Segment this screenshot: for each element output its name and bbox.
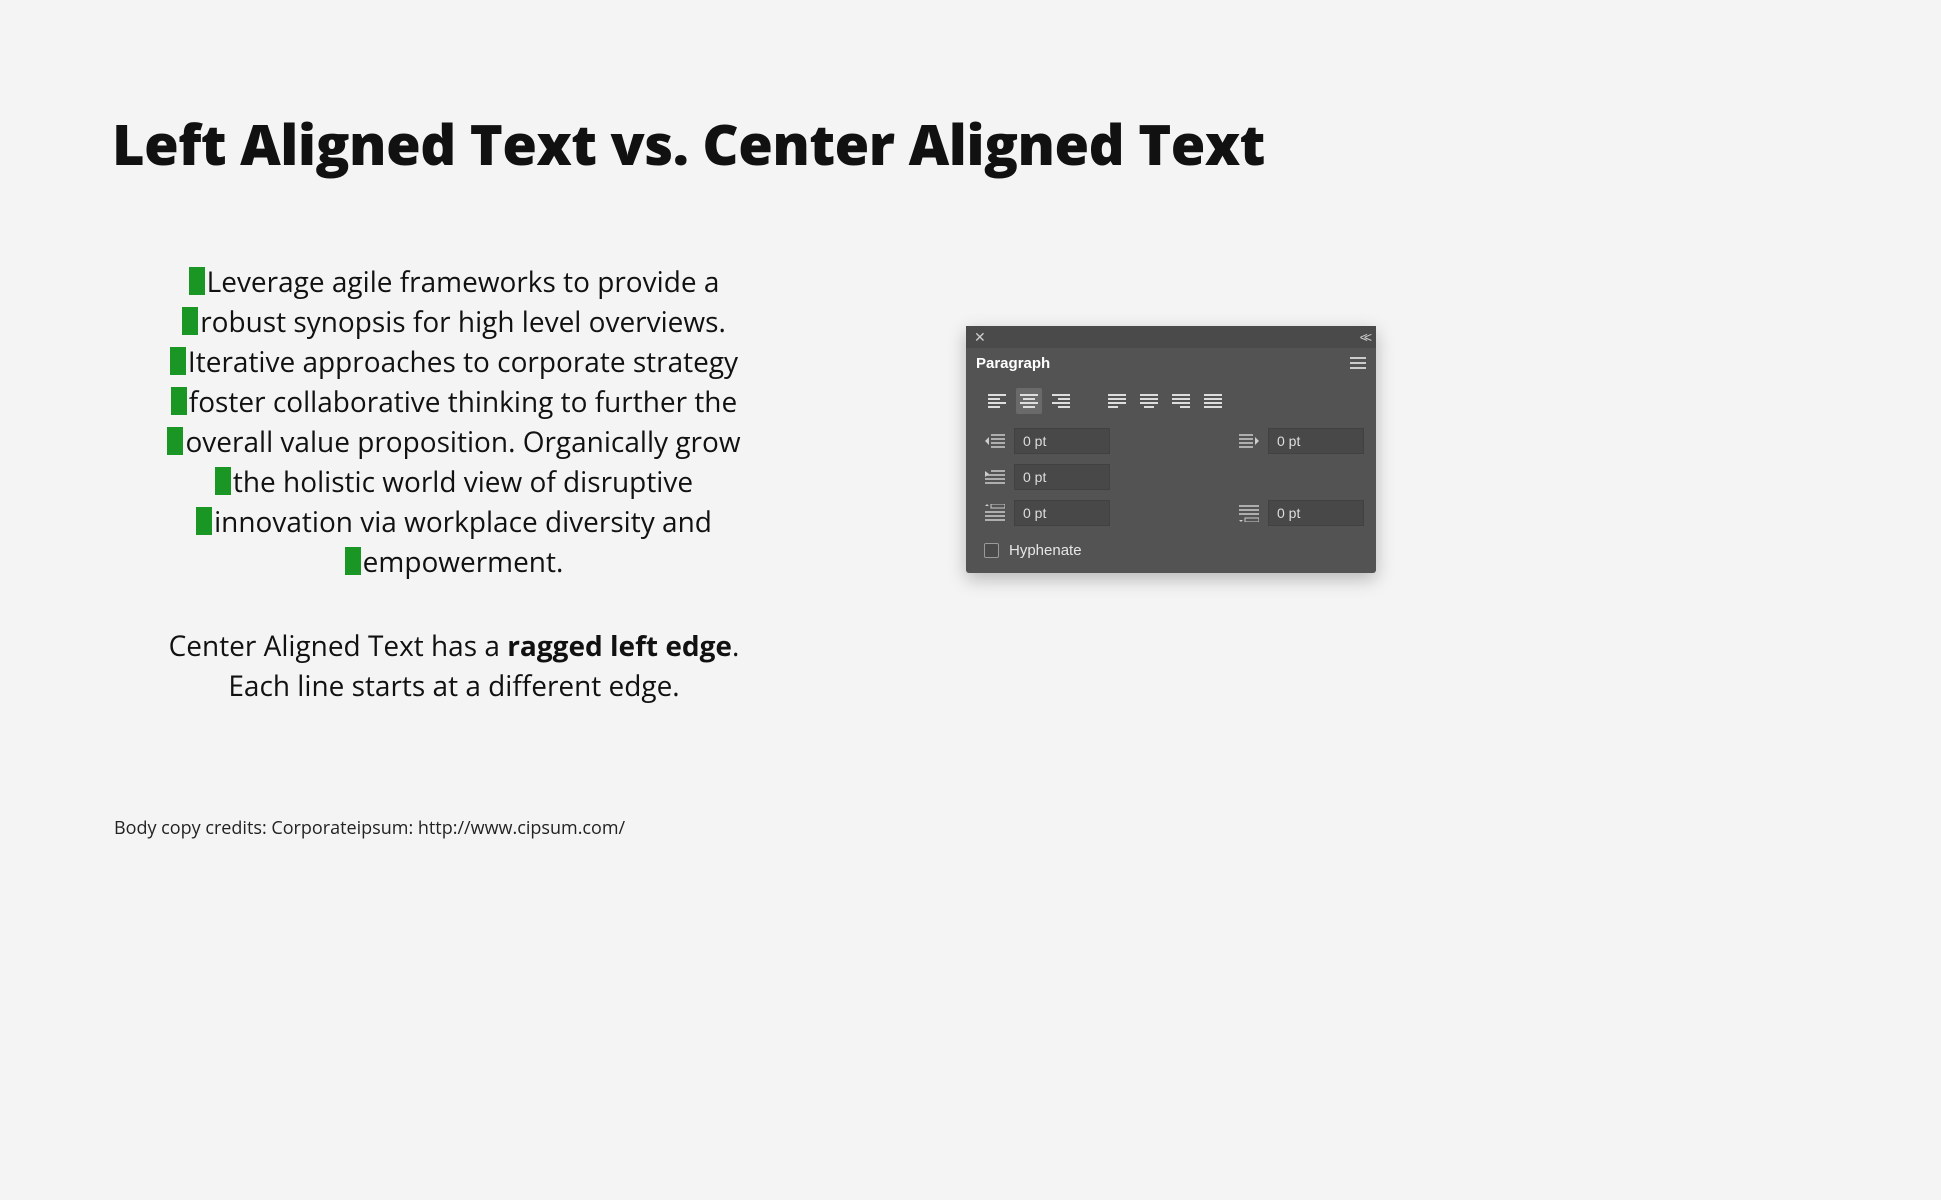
caption-prefix: Center Aligned Text has a (169, 627, 508, 665)
space-before-input[interactable]: 0 pt (1014, 500, 1110, 526)
hyphenate-label[interactable]: Hyphenate (1009, 542, 1082, 559)
flyout-menu-icon[interactable] (1350, 357, 1366, 369)
justify-last-left-button[interactable] (1104, 388, 1130, 414)
align-right-button[interactable] (1048, 388, 1074, 414)
edge-marker-icon (189, 267, 205, 295)
sample-line-text: robust synopsis for high level overviews… (200, 303, 726, 341)
edge-marker-icon (196, 507, 212, 535)
sample-line-text: Iterative approaches to corporate strate… (188, 343, 738, 381)
justify-last-center-button[interactable] (1136, 388, 1162, 414)
alignment-row (978, 388, 1364, 414)
align-center-button[interactable] (1016, 388, 1042, 414)
sample-line: foster collaborative thinking to further… (114, 382, 794, 422)
edge-marker-icon (215, 467, 231, 495)
first-line-indent-input[interactable]: 0 pt (1014, 464, 1110, 490)
sample-line-text: Leverage agile frameworks to provide a (207, 263, 720, 301)
tab-paragraph[interactable]: Paragraph (976, 355, 1050, 372)
edge-marker-icon (171, 387, 187, 415)
space-before-icon (984, 503, 1006, 523)
indent-row-2: 0 pt (978, 464, 1364, 490)
space-after-icon (1238, 503, 1260, 523)
sample-line-text: innovation via workplace diversity and (214, 503, 712, 541)
caption-suffix1: . (732, 627, 739, 665)
page-title: Left Aligned Text vs. Center Aligned Tex… (112, 106, 1265, 182)
caption-bold: ragged left edge (507, 627, 732, 665)
paragraph-panel: ✕ << Paragraph (966, 326, 1376, 573)
sample-line: overall value proposition. Organically g… (114, 422, 794, 462)
edge-marker-icon (170, 347, 186, 375)
indent-right-icon (1238, 431, 1260, 451)
sample-line-text: empowerment. (363, 543, 564, 581)
hyphenate-row: Hyphenate (978, 536, 1364, 559)
justify-all-button[interactable] (1200, 388, 1226, 414)
indent-left-input[interactable]: 0 pt (1014, 428, 1110, 454)
indent-left-icon (984, 431, 1006, 451)
credits: Body copy credits: Corporateipsum: http:… (114, 816, 625, 840)
first-line-indent-icon (984, 467, 1006, 487)
justify-last-right-button[interactable] (1168, 388, 1194, 414)
collapse-icon[interactable]: << (1360, 329, 1368, 345)
indent-row-1: 0 pt 0 pt (978, 428, 1364, 454)
caption-line2: Each line starts at a different edge. (228, 667, 679, 705)
caption: Center Aligned Text has a ragged left ed… (114, 626, 794, 706)
align-left-button[interactable] (984, 388, 1010, 414)
edge-marker-icon (182, 307, 198, 335)
hyphenate-checkbox[interactable] (984, 543, 999, 558)
close-icon[interactable]: ✕ (974, 329, 986, 346)
panel-tabbar: Paragraph (966, 348, 1376, 378)
sample-text-block: Leverage agile frameworks to provide a r… (114, 262, 794, 582)
sample-line: Leverage agile frameworks to provide a (114, 262, 794, 302)
sample-line-text: the holistic world view of disruptive (233, 463, 693, 501)
space-row: 0 pt 0 pt (978, 500, 1364, 526)
sample-line-text: overall value proposition. Organically g… (185, 423, 740, 461)
sample-line: Iterative approaches to corporate strate… (114, 342, 794, 382)
sample-line-text: foster collaborative thinking to further… (189, 383, 737, 421)
edge-marker-icon (345, 547, 361, 575)
indent-right-input[interactable]: 0 pt (1268, 428, 1364, 454)
sample-line: the holistic world view of disruptive (114, 462, 794, 502)
sample-line: innovation via workplace diversity and (114, 502, 794, 542)
sample-line: robust synopsis for high level overviews… (114, 302, 794, 342)
panel-body: 0 pt 0 pt 0 pt 0 pt 0 pt (966, 378, 1376, 573)
space-after-input[interactable]: 0 pt (1268, 500, 1364, 526)
sample-line: empowerment. (114, 542, 794, 582)
edge-marker-icon (167, 427, 183, 455)
panel-topbar: ✕ << (966, 326, 1376, 348)
